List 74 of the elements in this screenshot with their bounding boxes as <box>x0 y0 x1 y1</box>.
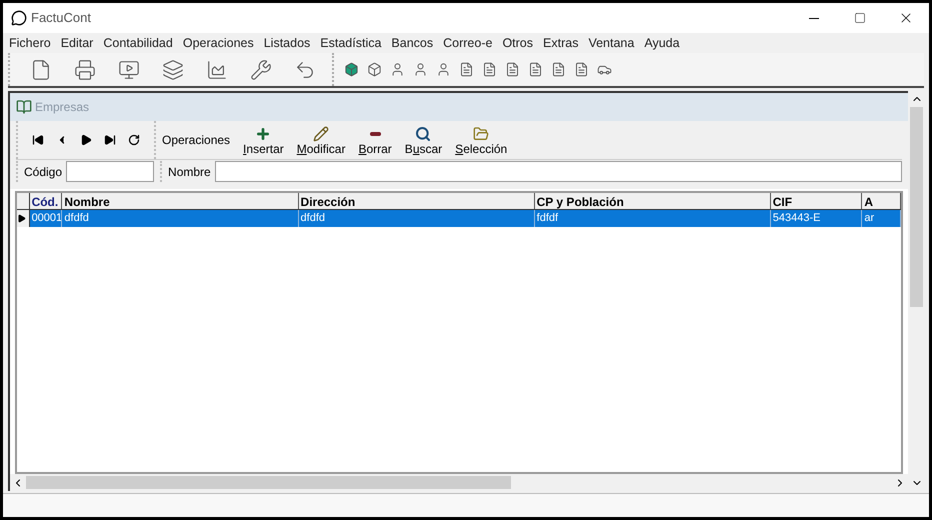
menu-item[interactable]: Estadística <box>316 34 386 52</box>
column-header[interactable]: CP y Población <box>534 193 771 209</box>
printer-icon[interactable] <box>74 58 96 80</box>
app-icon <box>11 10 27 26</box>
document-icon[interactable] <box>505 62 520 77</box>
person-icon[interactable] <box>413 62 428 77</box>
skip-forward-icon <box>104 134 116 146</box>
toolbar-button[interactable]: Modificar <box>296 124 346 156</box>
scrollbar-thumb[interactable] <box>26 476 511 489</box>
row-pointer-icon <box>17 214 26 223</box>
filter-label: Nombre <box>168 164 211 180</box>
next-button[interactable] <box>80 134 92 146</box>
table-cell: 543443-E <box>770 210 862 227</box>
column-header[interactable]: Cód. <box>30 193 62 209</box>
skip-back-icon <box>32 134 44 146</box>
menu-item[interactable]: Editar <box>56 34 98 52</box>
first-record-button[interactable] <box>32 134 44 146</box>
book-icon <box>16 99 32 115</box>
document-icon[interactable] <box>551 62 566 77</box>
play-icon <box>80 134 92 146</box>
toolbar-button[interactable]: Selección <box>455 124 508 156</box>
menu-item[interactable]: Otros <box>498 34 538 52</box>
toolbar-button[interactable]: Buscar <box>404 124 442 156</box>
plus-icon <box>255 126 272 142</box>
search-icon <box>415 126 432 142</box>
monitor-icon[interactable] <box>118 58 140 80</box>
column-header[interactable]: CIF <box>770 193 862 209</box>
window-title: FactuCont <box>31 9 91 28</box>
child-window-title: Empresas <box>35 99 90 116</box>
document-icon[interactable] <box>459 62 474 77</box>
wrench-icon[interactable] <box>250 58 272 80</box>
folder-icon <box>473 126 490 142</box>
person-icon[interactable] <box>436 62 451 77</box>
table-cell: fdfdf <box>534 210 771 227</box>
menu-item[interactable]: Bancos <box>387 34 438 52</box>
table-cell: dfdfd <box>62 210 299 227</box>
table-cell: 00001 <box>30 210 62 227</box>
table-cell: ar <box>862 210 901 227</box>
file-icon[interactable] <box>30 58 52 80</box>
box-icon[interactable] <box>344 62 359 77</box>
menu-item[interactable]: Ayuda <box>640 34 684 52</box>
refresh-icon <box>128 134 140 146</box>
pencil-icon <box>313 126 330 142</box>
last-record-button[interactable] <box>104 134 116 146</box>
toolbar-button[interactable]: Borrar <box>358 124 392 156</box>
minus-icon <box>370 132 381 136</box>
menu-item[interactable]: Ventana <box>584 34 638 52</box>
code-field[interactable] <box>66 161 154 182</box>
toolbar-button[interactable]: Insertar <box>243 124 284 156</box>
refresh-button[interactable] <box>128 134 140 146</box>
cards-icon[interactable] <box>162 58 184 80</box>
table-cell: dfdfd <box>298 210 535 227</box>
filter-label: Código <box>24 164 62 180</box>
column-header[interactable]: A <box>862 193 901 209</box>
menu-item[interactable]: Fichero <box>5 34 55 52</box>
name-field[interactable] <box>214 161 902 182</box>
table-row[interactable]: 00001 dfdfd dfdfd fdfdf 543443-E ar <box>17 210 901 227</box>
person-icon[interactable] <box>390 62 405 77</box>
menu-item[interactable]: Contabilidad <box>99 34 177 52</box>
chart-icon[interactable] <box>206 58 228 80</box>
menu-item[interactable]: Listados <box>260 34 314 52</box>
menu-item[interactable]: Correo-e <box>439 34 496 52</box>
scrollbar-thumb[interactable] <box>910 107 923 307</box>
document-icon[interactable] <box>574 62 589 77</box>
menu-item[interactable]: Operaciones <box>178 34 258 52</box>
document-icon[interactable] <box>528 62 543 77</box>
horizontal-scrollbar[interactable] <box>10 474 908 491</box>
operations-label: Operaciones <box>162 132 230 149</box>
column-header[interactable]: Dirección <box>298 193 535 209</box>
document-icon[interactable] <box>482 62 497 77</box>
menu-item[interactable]: Extras <box>539 34 582 52</box>
box-icon[interactable] <box>367 62 382 77</box>
maximize-icon <box>854 12 866 24</box>
column-header[interactable]: Nombre <box>62 193 299 209</box>
